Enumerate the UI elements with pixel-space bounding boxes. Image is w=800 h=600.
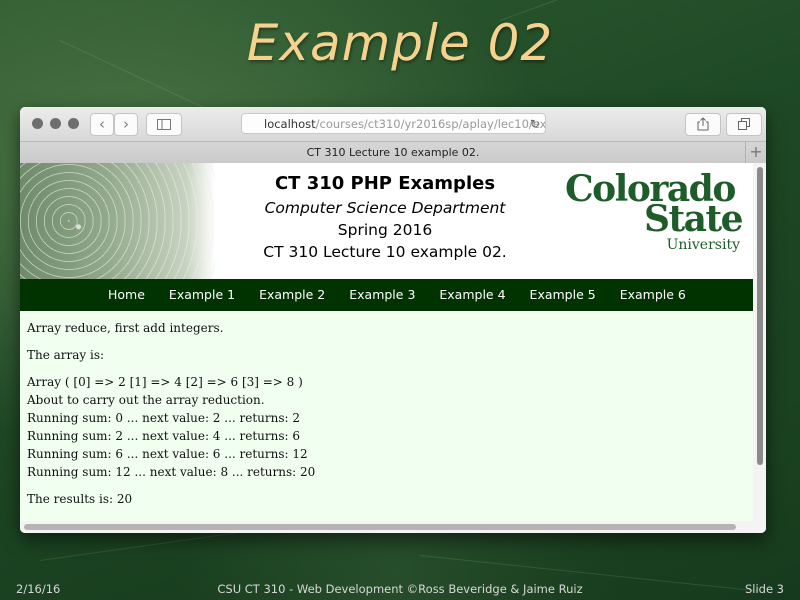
tabs-icon bbox=[738, 118, 750, 130]
active-tab[interactable]: CT 310 Lecture 10 example 02. bbox=[307, 146, 480, 159]
chevron-left-icon: ‹ bbox=[99, 115, 105, 133]
reduce-step: Running sum: 12 ... next value: 8 ... re… bbox=[27, 465, 316, 479]
close-window-button[interactable] bbox=[32, 118, 43, 129]
chevron-right-icon: › bbox=[123, 115, 129, 133]
sidebar-button[interactable] bbox=[146, 113, 182, 136]
address-bar[interactable]: localhost/courses/ct310/yr2016sp/aplay/l… bbox=[241, 113, 546, 134]
about-text: About to carry out the array reduction. bbox=[27, 393, 265, 407]
new-tab-button[interactable]: + bbox=[745, 142, 766, 163]
nav-example-3[interactable]: Example 3 bbox=[337, 279, 427, 311]
zoom-window-button[interactable] bbox=[68, 118, 79, 129]
lecture-title: CT 310 Lecture 10 example 02. bbox=[263, 243, 507, 261]
tab-bar: CT 310 Lecture 10 example 02. + bbox=[20, 142, 766, 164]
slide-title: Example 02 bbox=[246, 14, 554, 72]
spiderweb-image bbox=[20, 163, 215, 279]
array-dump: Array ( [0] => 2 [1] => 4 [2] => 6 [3] =… bbox=[27, 375, 303, 389]
nav-example-6[interactable]: Example 6 bbox=[608, 279, 698, 311]
output-block: Array ( [0] => 2 [1] => 4 [2] => 6 [3] =… bbox=[27, 373, 746, 481]
result-text: The results is: 20 bbox=[27, 492, 133, 506]
web-page: CT 310 PHP Examples Computer Science Dep… bbox=[20, 163, 753, 521]
browser-toolbar: ‹ › localhost/courses/ct310/yr2016sp/apl… bbox=[20, 107, 766, 142]
horizontal-scrollbar-thumb[interactable] bbox=[24, 524, 736, 530]
reload-icon[interactable]: ↻ bbox=[530, 114, 540, 133]
plus-icon: + bbox=[749, 142, 763, 161]
logo-line-university: University bbox=[666, 237, 740, 253]
reduce-step: Running sum: 6 ... next value: 6 ... ret… bbox=[27, 447, 308, 461]
nav-example-4[interactable]: Example 4 bbox=[427, 279, 517, 311]
department-name: Computer Science Department bbox=[264, 199, 506, 217]
reduce-step: Running sum: 0 ... next value: 2 ... ret… bbox=[27, 411, 301, 425]
nav-example-2[interactable]: Example 2 bbox=[247, 279, 337, 311]
vertical-scrollbar-thumb[interactable] bbox=[757, 167, 763, 465]
nav-example-1[interactable]: Example 1 bbox=[157, 279, 247, 311]
csu-logo: Colorado State University bbox=[565, 169, 750, 253]
slide-credits: CSU CT 310 - Web Development ©Ross Bever… bbox=[217, 582, 583, 596]
term: Spring 2016 bbox=[337, 221, 433, 239]
intro-text: Array reduce, first add integers. bbox=[27, 321, 224, 335]
reduce-step: Running sum: 2 ... next value: 4 ... ret… bbox=[27, 429, 301, 443]
forward-button[interactable]: › bbox=[114, 113, 138, 136]
array-label: The array is: bbox=[27, 348, 105, 362]
minimize-window-button[interactable] bbox=[50, 118, 61, 129]
site-navbar: Home Example 1 Example 2 Example 3 Examp… bbox=[20, 279, 753, 311]
page-heading: CT 310 PHP Examples bbox=[274, 173, 496, 194]
url-path: /courses/ct310/yr2016sp/aplay/lec10/ bbox=[315, 117, 533, 131]
share-button[interactable] bbox=[685, 113, 721, 136]
page-header: CT 310 PHP Examples Computer Science Dep… bbox=[20, 163, 753, 279]
logo-line-state: State bbox=[644, 198, 744, 240]
browser-window: ‹ › localhost/courses/ct310/yr2016sp/apl… bbox=[20, 107, 766, 533]
back-button[interactable]: ‹ bbox=[90, 113, 114, 136]
page-content: Array reduce, first add integers. The ar… bbox=[20, 311, 753, 508]
nav-example-5[interactable]: Example 5 bbox=[518, 279, 608, 311]
nav-home[interactable]: Home bbox=[96, 279, 157, 311]
url-host: localhost bbox=[264, 117, 316, 131]
slide-number: Slide 3 bbox=[744, 582, 784, 596]
sidebar-icon bbox=[157, 119, 171, 130]
share-icon bbox=[697, 117, 709, 131]
tabs-overview-button[interactable] bbox=[726, 113, 762, 136]
